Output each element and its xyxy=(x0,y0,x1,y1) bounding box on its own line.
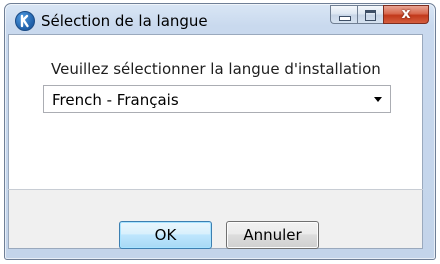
window-title: Sélection de la langue xyxy=(41,12,208,30)
setup-k-icon xyxy=(15,11,35,31)
language-select-value: French - Français xyxy=(52,91,179,109)
language-prompt: Veuillez sélectionner la langue d'instal… xyxy=(51,60,381,78)
dropdown-arrow-icon xyxy=(374,97,382,102)
close-icon: x xyxy=(401,6,411,22)
language-select[interactable]: French - Français xyxy=(43,85,391,113)
maximize-icon xyxy=(365,10,376,21)
minimize-icon xyxy=(339,16,351,21)
minimize-button[interactable] xyxy=(330,5,357,24)
button-bar xyxy=(9,190,422,248)
title-bar[interactable]: Sélection de la langue x xyxy=(5,4,435,38)
close-button[interactable]: x xyxy=(383,5,429,24)
maximize-button[interactable] xyxy=(357,5,383,24)
cancel-button[interactable]: Annuler xyxy=(226,221,319,249)
caption-buttons: x xyxy=(330,5,429,25)
ok-button[interactable]: OK xyxy=(119,221,212,249)
